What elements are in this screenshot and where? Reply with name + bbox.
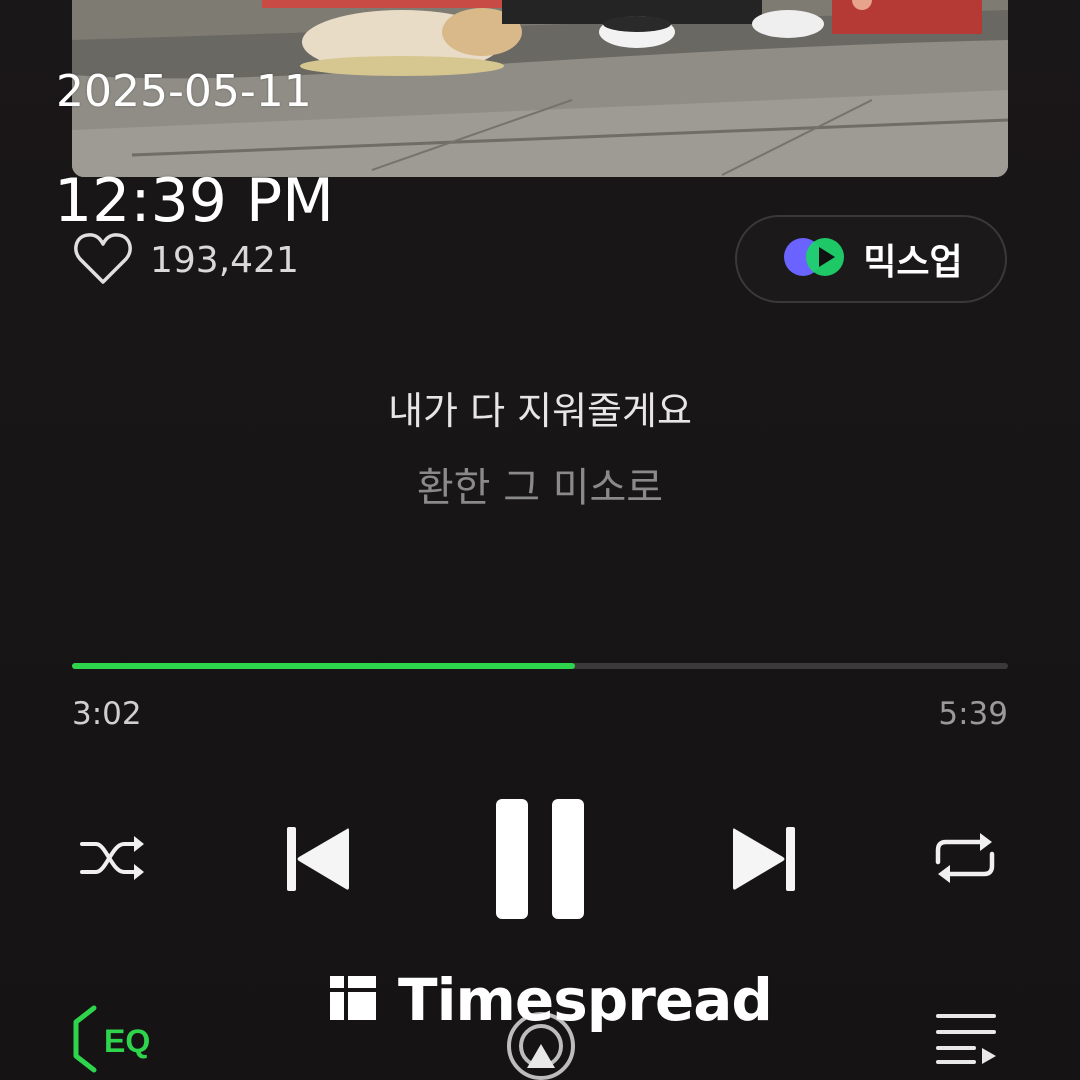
lyric-next-line[interactable]: 환한 그 미소로: [0, 455, 1080, 513]
mixup-button[interactable]: 믹스업: [735, 215, 1007, 303]
eq-icon: EQ: [70, 1004, 164, 1074]
playlist-icon: [934, 1008, 998, 1068]
mixup-label: 믹스업: [863, 242, 963, 283]
pause-icon: [492, 797, 588, 921]
eq-label: EQ: [104, 1023, 150, 1059]
progress-bar[interactable]: [72, 663, 1008, 669]
player-screen: 2025-05-11 12:39 PM 193,421 믹스업 내가 다 지워줄…: [0, 0, 1080, 1080]
like-count: 193,421: [150, 239, 299, 281]
progress-fill: [72, 663, 575, 669]
shuffle-icon: [78, 830, 148, 886]
mixup-icon: [779, 234, 849, 284]
watermark: Timespread: [328, 966, 773, 1034]
playlist-button[interactable]: [934, 1008, 998, 1068]
repeat-icon: [930, 828, 1000, 888]
skip-next-icon: [731, 823, 799, 895]
overlay-time: 12:39 PM: [54, 166, 334, 236]
repeat-button[interactable]: [928, 826, 1002, 890]
equalizer-button[interactable]: EQ: [70, 1004, 164, 1074]
previous-button[interactable]: [282, 822, 352, 896]
next-button[interactable]: [730, 822, 800, 896]
lyric-current-line[interactable]: 내가 다 지워줄게요: [0, 380, 1080, 435]
overlay-date: 2025-05-11: [56, 66, 312, 117]
pause-button[interactable]: [490, 796, 590, 922]
total-time: 5:39: [938, 696, 1008, 732]
like-button[interactable]: 193,421: [72, 228, 299, 292]
elapsed-time: 3:02: [72, 696, 142, 732]
skip-previous-icon: [283, 823, 351, 895]
watermark-text: Timespread: [398, 966, 773, 1034]
shuffle-button[interactable]: [76, 826, 150, 890]
watermark-logo-icon: [328, 974, 378, 1026]
heart-icon: [72, 228, 134, 292]
